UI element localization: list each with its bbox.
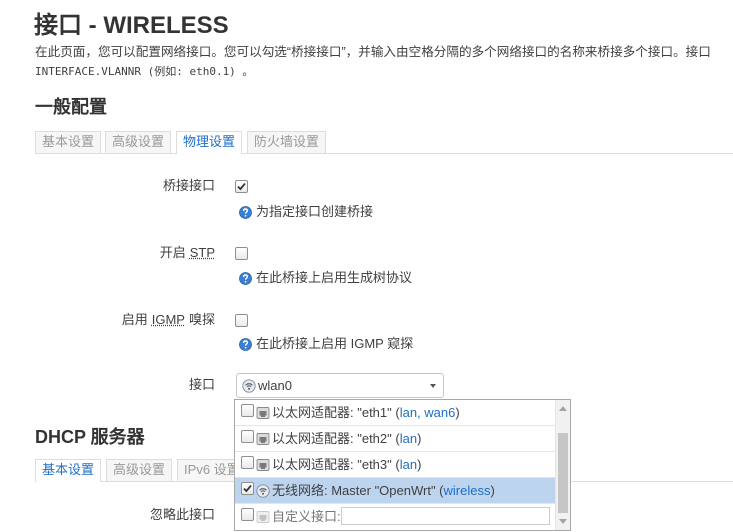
zone-suffix: ) [490,483,495,498]
bridge-interfaces-label: 桥接接口 [162,178,215,193]
tab-physical-settings[interactable]: 物理设置 [176,131,243,154]
bridge-interfaces-help: 为指定接口创建桥接 [239,203,373,221]
stp-abbr: STP [189,245,215,260]
firewall-zone: lan, wan6 [399,405,456,420]
page-description: 在此页面，您可以配置网络接口。您可以勾选“桥接接口”，并输入由空格分隔的多个网络… [35,45,711,59]
checkmark-icon [243,485,252,493]
dropdown-item-checkbox[interactable] [241,482,254,495]
zone-suffix: ) [417,457,422,472]
interface-select[interactable]: wlan0 [236,373,444,398]
wireless-icon [256,484,270,498]
igmp-snooping-checkbox[interactable] [235,314,248,327]
help-icon [239,337,252,351]
interface-select-value: wlan0 [258,378,292,393]
adapter-name: 以太网适配器: "eth2" ( [272,431,400,446]
zone-suffix: ) [417,431,422,446]
interface-dropdown-list[interactable]: 以太网适配器: "eth1" (lan, wan6) 以太网适配器: "eth2… [234,399,571,531]
scroll-up-arrow-icon[interactable] [559,406,567,411]
igmp-snooping-label: 启用 IGMP 嗅探 [35,311,215,329]
ethernet-icon [256,459,270,471]
firewall-zone: lan [399,431,418,446]
dropdown-item-eth3[interactable]: 以太网适配器: "eth3" (lan) [235,452,555,478]
dropdown-item-label: 以太网适配器: "eth3" (lan) [272,452,421,477]
tab-firewall-settings[interactable]: 防火墙设置 [247,131,327,153]
stp-label-text: 开启 [159,245,186,260]
bridge-interfaces-checkbox[interactable] [235,180,248,193]
tab-advanced-settings[interactable]: 高级设置 [105,131,172,153]
igmp-label-suffix: 嗅探 [188,312,215,327]
ethernet-icon [256,407,270,419]
bridge-interfaces-help-text: 为指定接口创建桥接 [256,204,374,219]
dropdown-item-eth2[interactable]: 以太网适配器: "eth2" (lan) [235,426,555,452]
scrollbar-thumb[interactable] [558,433,568,513]
dropdown-item-checkbox[interactable] [241,404,254,417]
page-title: 接口 - WIRELESS [34,12,229,39]
igmp-snooping-help-text: 在此桥接上启用 IGMP 窥探 [256,336,414,351]
dropdown-item-checkbox[interactable] [241,456,254,469]
checkmark-icon [237,183,246,191]
zone-suffix: ) [455,405,460,420]
scroll-down-arrow-icon[interactable] [559,519,567,524]
dhcp-tab-basic-settings[interactable]: 基本设置 [35,459,102,482]
stp-help: 在此桥接上启用生成树协议 [239,269,412,287]
firewall-zone: lan [399,457,418,472]
dhcp-server-heading: DHCP 服务器 [35,427,145,447]
ignore-interface-label: 忽略此接口 [149,507,215,522]
dropdown-item-label: 以太网适配器: "eth2" (lan) [272,426,421,451]
dropdown-item-wireless-openwrt[interactable]: 无线网络: Master "OpenWrt" (wireless) [235,478,555,504]
network-name: 无线网络: Master "OpenWrt" ( [272,483,444,498]
interface-label: 接口 [188,377,215,392]
stp-checkbox[interactable] [235,247,248,260]
dropdown-item-checkbox[interactable] [241,430,254,443]
igmp-label-text: 启用 [121,312,148,327]
help-icon [239,271,252,285]
igmp-abbr: IGMP [151,312,185,327]
custom-interface-input[interactable] [341,507,550,525]
help-icon [239,205,252,219]
general-config-heading: 一般配置 [35,97,107,117]
custom-interface-icon [256,511,270,523]
ethernet-icon [256,433,270,445]
dropdown-item-eth1[interactable]: 以太网适配器: "eth1" (lan, wan6) [235,400,555,426]
page-description-code: INTERFACE.VLANNR (例如: eth0.1) 。 [35,65,254,78]
firewall-zone: wireless [443,483,491,498]
chevron-down-icon [430,384,436,388]
adapter-name: 以太网适配器: "eth1" ( [272,405,400,420]
stp-help-text: 在此桥接上启用生成树协议 [256,270,413,285]
igmp-snooping-help: 在此桥接上启用 IGMP 窥探 [239,335,413,353]
general-config-tabs: 基本设置 高级设置 物理设置 防火墙设置 [35,131,733,154]
dropdown-scrollbar[interactable] [555,400,570,530]
tab-basic-settings[interactable]: 基本设置 [35,131,102,153]
dropdown-item-label: 无线网络: Master "OpenWrt" (wireless) [272,478,495,503]
wireless-icon [242,379,256,393]
dropdown-item-label: 以太网适配器: "eth1" (lan, wan6) [272,400,460,425]
dropdown-item-custom-interface[interactable]: 自定义接口: [235,504,555,529]
dropdown-item-checkbox[interactable] [241,508,254,521]
adapter-name: 以太网适配器: "eth3" ( [272,457,400,472]
stp-label: 开启 STP [35,244,215,262]
custom-interface-label: 自定义接口: [272,509,341,524]
dhcp-tab-advanced-settings[interactable]: 高级设置 [106,459,173,481]
